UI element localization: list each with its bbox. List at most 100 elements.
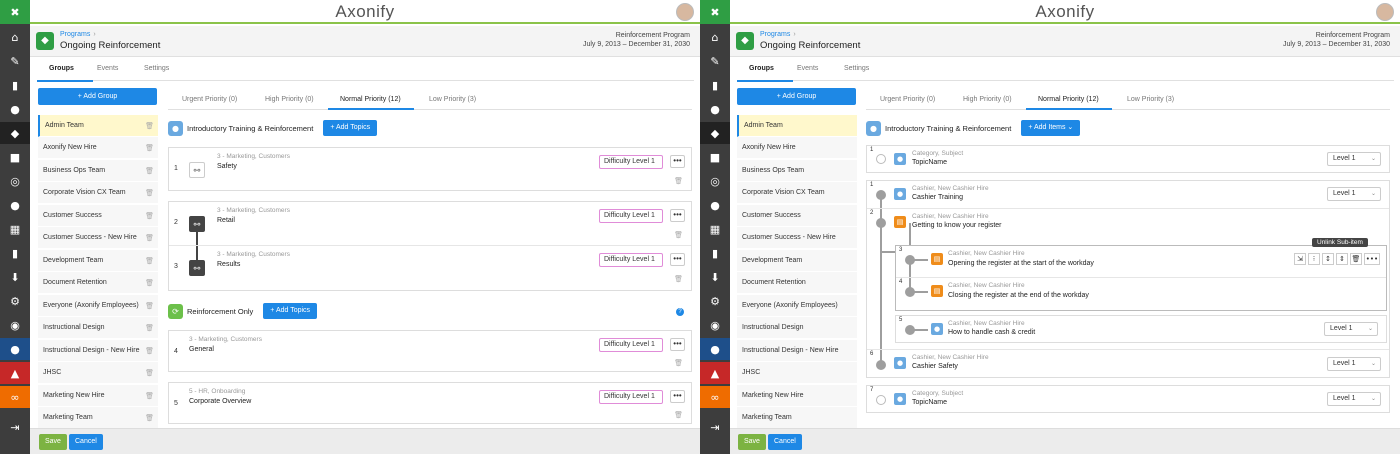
trash-icon[interactable]: 🗑	[145, 115, 154, 137]
group-item[interactable]: Customer Success	[737, 205, 857, 227]
gamepad-icon[interactable]: ◎	[0, 170, 30, 192]
tab-normal-priority[interactable]: Normal Priority (12)	[340, 96, 401, 103]
gear-icon[interactable]: ⚙	[0, 290, 30, 312]
users-icon[interactable]: ●	[700, 98, 730, 120]
trash-icon[interactable]: 🗑	[145, 317, 154, 339]
gear-icon[interactable]: ⚙	[700, 290, 730, 312]
group-item[interactable]: Instructional Design - New Hire 🗑	[38, 340, 158, 362]
group-item[interactable]: Admin Team	[737, 115, 857, 137]
group-item[interactable]: Marketing Team	[737, 407, 857, 429]
tab-high-priority[interactable]: High Priority (0)	[963, 96, 1012, 103]
group-item[interactable]: Instructional Design 🗑	[38, 317, 158, 339]
breadcrumb[interactable]: Programs ›	[760, 31, 796, 38]
level-select[interactable]: Level 1 ⌄	[1327, 392, 1381, 406]
trash-icon[interactable]: 🗑	[145, 205, 154, 227]
group-item[interactable]: Customer Success 🗑	[38, 205, 158, 227]
tab-groups[interactable]: Groups	[737, 65, 793, 82]
trash-icon[interactable]: 🗑	[1350, 253, 1362, 265]
trash-icon[interactable]: 🗑	[145, 250, 154, 272]
group-item[interactable]: Everyone (Axonify Employees)	[737, 295, 857, 317]
tab-groups[interactable]: Groups	[37, 65, 93, 82]
calendar-icon[interactable]: ▦	[700, 218, 730, 240]
link-icon[interactable]: ⚯	[189, 162, 205, 178]
tab-settings[interactable]: Settings	[844, 65, 869, 72]
group-item[interactable]: Development Team	[737, 250, 857, 272]
trash-icon[interactable]: 🗑	[674, 231, 683, 239]
cancel-button[interactable]: Cancel	[768, 434, 802, 450]
trash-icon[interactable]: 🗑	[145, 407, 154, 429]
download-icon[interactable]: ⬇	[700, 266, 730, 288]
bar-chart-icon[interactable]: ▮	[700, 242, 730, 264]
tab-urgent-priority[interactable]: Urgent Priority (0)	[880, 96, 935, 103]
cancel-button[interactable]: Cancel	[69, 434, 103, 450]
bulb-icon[interactable]: ●	[700, 338, 730, 360]
user-icon[interactable]: ●	[0, 194, 30, 216]
level-select[interactable]: Level 1 ⌄	[1327, 152, 1381, 166]
chart-icon[interactable]: ▮	[0, 74, 30, 96]
trash-icon[interactable]: 🗑	[145, 295, 154, 317]
bike-icon[interactable]: ∞	[700, 386, 730, 408]
group-item[interactable]: Document Retention 🗑	[38, 272, 158, 294]
group-item[interactable]: Corporate Vision CX Team 🗑	[38, 182, 158, 204]
add-items-button[interactable]: + Add Items ⌄	[1021, 120, 1081, 136]
users-icon[interactable]: ●	[0, 98, 30, 120]
group-item[interactable]: JHSC	[737, 362, 857, 384]
bulb-icon[interactable]: ●	[0, 338, 30, 360]
more-button[interactable]: •••	[670, 338, 685, 351]
home-icon[interactable]: ⌂	[700, 26, 730, 48]
tab-events[interactable]: Events	[797, 65, 818, 72]
group-item[interactable]: Everyone (Axonify Employees) 🗑	[38, 295, 158, 317]
group-item[interactable]: Marketing Team 🗑	[38, 407, 158, 429]
tab-low-priority[interactable]: Low Priority (3)	[429, 96, 476, 103]
save-button[interactable]: Save	[39, 434, 67, 450]
logout-icon[interactable]: ⇥	[0, 416, 30, 438]
mountain-icon[interactable]: ▲	[0, 362, 30, 384]
trash-icon[interactable]: 🗑	[674, 411, 683, 419]
trash-icon[interactable]: 🗑	[145, 137, 154, 159]
more-button[interactable]: •••	[670, 155, 685, 168]
group-item[interactable]: Instructional Design	[737, 317, 857, 339]
move-icon[interactable]: ⁝	[1308, 253, 1320, 265]
reorder-icon[interactable]: ⇕	[1336, 253, 1348, 265]
mountain-icon[interactable]: ▲	[700, 362, 730, 384]
group-item[interactable]: Marketing New Hire	[737, 385, 857, 407]
avatar[interactable]	[676, 3, 694, 21]
difficulty-select[interactable]: Difficulty Level 1	[599, 338, 663, 352]
group-item[interactable]: Business Ops Team 🗑	[38, 160, 158, 182]
tab-events[interactable]: Events	[97, 65, 118, 72]
home-icon[interactable]: ⌂	[0, 26, 30, 48]
difficulty-select[interactable]: Difficulty Level 1	[599, 390, 663, 404]
group-item[interactable]: Axonify New Hire 🗑	[38, 137, 158, 159]
tools-icon[interactable]: ✖	[0, 0, 30, 24]
tab-high-priority[interactable]: High Priority (0)	[265, 96, 314, 103]
trash-icon[interactable]: 🗑	[145, 160, 154, 182]
group-item[interactable]: Instructional Design - New Hire	[737, 340, 857, 362]
group-item[interactable]: Customer Success - New Hire	[737, 227, 857, 249]
difficulty-select[interactable]: Difficulty Level 1	[599, 253, 663, 267]
more-button[interactable]: •••	[670, 209, 685, 222]
user-icon[interactable]: ●	[700, 194, 730, 216]
group-item[interactable]: Business Ops Team	[737, 160, 857, 182]
lifebuoy-icon[interactable]: ◉	[0, 314, 30, 336]
more-button[interactable]: •••	[1364, 253, 1380, 265]
chart-icon[interactable]: ▮	[700, 74, 730, 96]
add-topics-button[interactable]: + Add Topics	[263, 303, 318, 319]
tab-low-priority[interactable]: Low Priority (3)	[1127, 96, 1174, 103]
layers-icon[interactable]: ◆	[0, 122, 30, 144]
layers-icon[interactable]: ◆	[700, 122, 730, 144]
group-item[interactable]: JHSC 🗑	[38, 362, 158, 384]
level-select[interactable]: Level 1 ⌄	[1327, 187, 1381, 201]
avatar[interactable]	[1376, 3, 1394, 21]
pencil-icon[interactable]: ✎	[0, 50, 30, 72]
calendar-icon[interactable]: ▦	[0, 218, 30, 240]
gamepad-icon[interactable]: ◎	[700, 170, 730, 192]
tab-urgent-priority[interactable]: Urgent Priority (0)	[182, 96, 237, 103]
trash-icon[interactable]: 🗑	[145, 340, 154, 362]
gift-icon[interactable]: ■	[700, 146, 730, 168]
add-topics-button[interactable]: + Add Topics	[323, 120, 378, 136]
link-icon[interactable]: ⚯	[189, 216, 205, 232]
add-group-button[interactable]: + Add Group	[737, 88, 856, 105]
tools-icon[interactable]: ✖	[700, 0, 730, 24]
trash-icon[interactable]: 🗑	[145, 182, 154, 204]
group-item[interactable]: Axonify New Hire	[737, 137, 857, 159]
